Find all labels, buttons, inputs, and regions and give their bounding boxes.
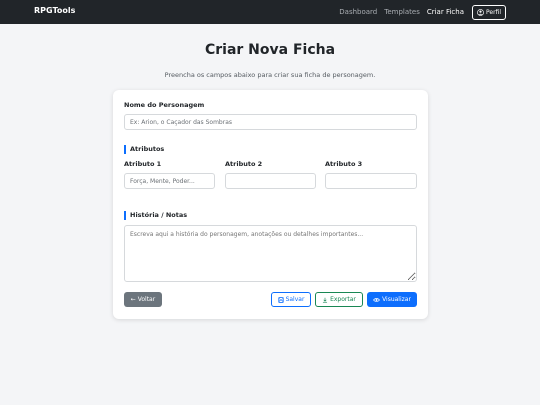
attribute-3-label: Atributo 3	[325, 160, 363, 168]
attribute-2-label: Atributo 2	[225, 160, 263, 168]
export-button-label: Exportar	[330, 296, 356, 303]
history-section-title: História / Notas	[124, 211, 187, 220]
name-input[interactable]: Ex: Arion, o Caçador das Sombras	[124, 114, 417, 130]
attribute-3-input[interactable]	[325, 173, 417, 189]
attribute-1-input[interactable]: Força, Mente, Poder...	[124, 173, 215, 189]
nav-link-criar-ficha[interactable]: Criar Ficha	[427, 8, 464, 16]
save-button-label: Salvar	[285, 296, 305, 303]
eye-icon	[373, 297, 381, 302]
profile-button-label: Perfil	[485, 8, 501, 16]
attribute-1-placeholder: Força, Mente, Poder...	[130, 177, 195, 185]
top-navbar: RPGTools Dashboard Templates Criar Ficha…	[0, 0, 540, 24]
save-button[interactable]: Salvar	[271, 292, 311, 307]
export-button[interactable]: Exportar	[315, 292, 363, 307]
name-label: Nome do Personagem	[124, 101, 205, 109]
page-subtitle: Preencha os campos abaixo para criar sua…	[164, 71, 376, 79]
attribute-1-label: Atributo 1	[124, 160, 162, 168]
back-button[interactable]: ← Voltar	[124, 292, 162, 307]
export-icon	[323, 297, 328, 303]
view-button[interactable]: Visualizar	[367, 292, 417, 307]
name-input-placeholder: Ex: Arion, o Caçador das Sombras	[130, 118, 232, 126]
nav-link-templates[interactable]: Templates	[384, 8, 420, 16]
view-button-label: Visualizar	[382, 296, 411, 303]
user-circle-icon	[477, 8, 484, 16]
brand-logo[interactable]: RPGTools	[34, 6, 75, 15]
nav-links: Dashboard Templates Criar Ficha Perfil	[332, 4, 506, 20]
save-icon	[277, 296, 284, 303]
attributes-section-title: Atributos	[124, 145, 164, 154]
form-card: Nome do Personagem Ex: Arion, o Caçador …	[113, 90, 428, 319]
history-textarea[interactable]	[124, 225, 417, 282]
attribute-2-input[interactable]	[225, 173, 316, 189]
nav-link-dashboard[interactable]: Dashboard	[339, 8, 377, 16]
profile-button[interactable]: Perfil	[471, 4, 506, 20]
page-title: Criar Nova Ficha	[204, 42, 336, 58]
